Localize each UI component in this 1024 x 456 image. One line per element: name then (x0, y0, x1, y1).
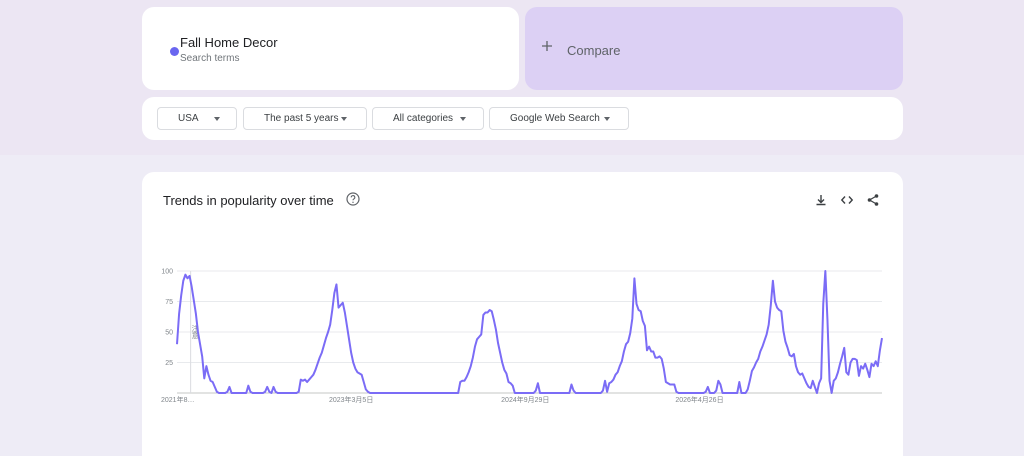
y-tick-label: 50 (165, 330, 173, 337)
y-tick-label: 25 (165, 360, 173, 367)
x-tick-label: 2024年9月29日 (501, 395, 549, 404)
x-tick-label: 2023年3月5日 (329, 395, 373, 404)
y-tick-label: 100 (161, 269, 173, 276)
trend-line-chart: 100755025注意2021年8… 2023年3月5日 2024年9月29日 202… (161, 269, 883, 404)
y-tick-label: 75 (165, 299, 173, 306)
x-tick-label: 2021年8… (161, 395, 194, 404)
x-tick-label: 2026年4月26日 (675, 395, 723, 404)
